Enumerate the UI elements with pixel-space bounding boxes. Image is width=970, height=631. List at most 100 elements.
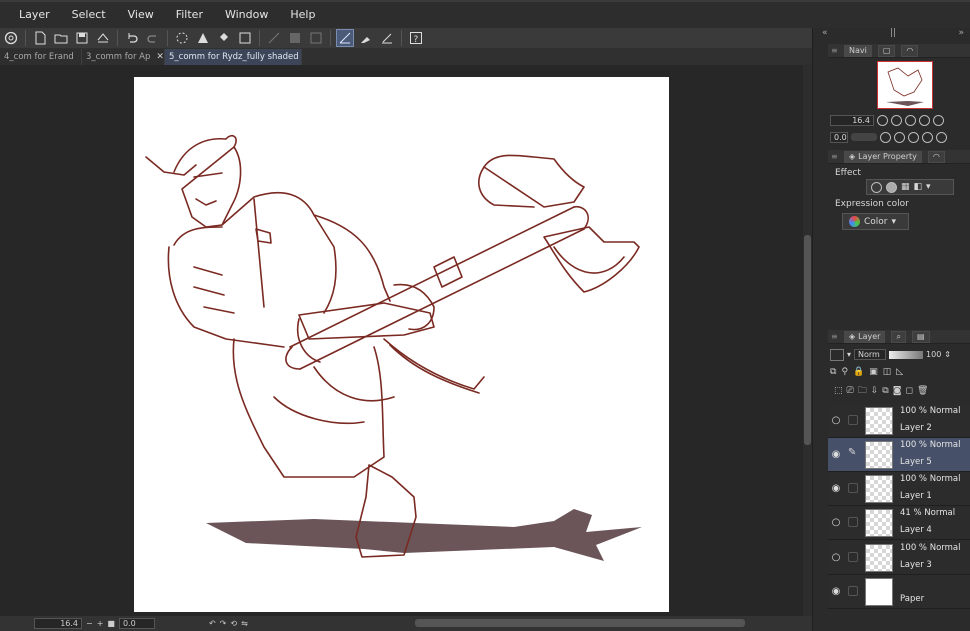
pen-ruler-icon[interactable] <box>378 29 396 47</box>
close-icon[interactable]: ✕ <box>156 52 164 62</box>
tab-document-2[interactable]: 3_comm for Ap ✕ <box>82 49 165 65</box>
layer-select-checkbox[interactable] <box>848 586 858 596</box>
help-icon[interactable]: ? <box>407 29 425 47</box>
menu-layer[interactable]: Layer <box>8 2 61 28</box>
zoom-in-icon[interactable]: + <box>97 619 104 628</box>
tab-layer-search[interactable]: ⌕ <box>891 330 906 343</box>
open-folder-icon[interactable] <box>52 29 70 47</box>
vertical-scrollbar[interactable] <box>803 65 812 616</box>
app-logo-icon[interactable] <box>2 29 20 47</box>
tone-icon[interactable]: ▦ <box>901 182 910 192</box>
loading-icon[interactable] <box>173 29 191 47</box>
ruler-icon[interactable]: ◺ <box>896 367 903 377</box>
rotate-reset-icon[interactable] <box>908 131 919 143</box>
clip-icon[interactable]: ⧉ <box>830 367 836 377</box>
new-vector-layer-icon[interactable]: ⎚ <box>847 386 854 396</box>
brush-icon[interactable] <box>357 29 375 47</box>
save-icon[interactable] <box>73 29 91 47</box>
eye-hidden-icon[interactable]: ○ <box>830 552 842 564</box>
menu-window[interactable]: Window <box>214 2 279 28</box>
zoom-in-icon[interactable] <box>891 114 902 126</box>
layer-select-checkbox[interactable] <box>848 415 858 425</box>
tab-subview[interactable]: ▢ <box>877 44 896 57</box>
eye-icon[interactable]: ◉ <box>830 586 842 598</box>
mask-add-icon[interactable]: ◙ <box>893 386 902 396</box>
tab-item-bank[interactable]: ◠ <box>901 44 919 57</box>
chevron-down-icon[interactable]: ▾ <box>847 350 851 359</box>
tab-layer[interactable]: ◈ Layer <box>844 330 886 343</box>
tab-layer-property[interactable]: ◈ Layer Property <box>844 150 922 163</box>
panel-menu-icon[interactable]: ≡ <box>831 46 838 55</box>
rotate-reset-icon[interactable]: ⟲ <box>230 619 237 628</box>
undo-icon[interactable] <box>123 29 141 47</box>
eye-hidden-icon[interactable]: ○ <box>830 517 842 529</box>
snap-icon[interactable] <box>286 29 304 47</box>
reference-icon[interactable]: ⚲ <box>841 367 848 377</box>
navigator-preview[interactable] <box>877 61 933 109</box>
fit-window-icon[interactable] <box>919 114 930 126</box>
horizontal-scrollbar[interactable] <box>415 619 745 627</box>
rotate-right-icon[interactable]: ↷ <box>220 619 227 628</box>
layer-select-checkbox[interactable] <box>848 552 858 562</box>
extract-line-icon[interactable] <box>886 181 897 193</box>
panel-menu-icon[interactable]: ≡ <box>831 152 838 161</box>
panel-menu-icon[interactable]: || <box>890 28 896 42</box>
opacity-slider[interactable] <box>889 350 924 359</box>
clear-icon[interactable] <box>194 29 212 47</box>
pen-edit-icon[interactable]: ✎ <box>848 447 858 458</box>
tab-document-3[interactable]: 5_comm for Rydz_fully shaded✕ <box>165 49 302 65</box>
new-folder-icon[interactable]: 🗀 <box>858 383 867 399</box>
rotate-right-icon[interactable] <box>894 131 905 143</box>
eye-icon[interactable]: ◉ <box>830 449 842 461</box>
scrollbar-thumb[interactable] <box>804 235 811 445</box>
ruler-snap-icon[interactable] <box>336 29 354 47</box>
menu-select[interactable]: Select <box>61 2 117 28</box>
collapse-left-icon[interactable]: « <box>822 28 828 42</box>
stepper-icon[interactable]: ⇕ <box>944 350 951 359</box>
eye-hidden-icon[interactable]: ○ <box>830 415 842 427</box>
layer-row[interactable]: ○ 41 % Normal Layer 4 <box>828 506 970 540</box>
flip-vertical-icon[interactable] <box>936 131 947 143</box>
hide-selection-icon[interactable] <box>265 29 283 47</box>
rotation-field[interactable]: 0.0 <box>118 618 155 629</box>
zoom-reset-icon[interactable] <box>905 114 916 126</box>
expression-color-select[interactable]: Color ▾ <box>842 213 909 230</box>
flip-horizontal-icon[interactable]: ⇋ <box>241 619 248 628</box>
eye-icon[interactable]: ◉ <box>830 483 842 495</box>
chevron-down-icon[interactable]: ▾ <box>926 182 931 192</box>
tab-navigator[interactable]: Navi <box>844 44 872 57</box>
layer-row[interactable]: ◉ 100 % Normal Layer 1 <box>828 472 970 506</box>
menu-view[interactable]: View <box>117 2 165 28</box>
rotate-left-icon[interactable]: ↶ <box>209 619 216 628</box>
zoom-out-icon[interactable]: − <box>86 619 93 628</box>
drawing-canvas[interactable] <box>134 77 669 612</box>
layer-row[interactable]: ○ 100 % Normal Layer 2 <box>828 404 970 438</box>
navigator-zoom-field[interactable]: 16.4 <box>830 114 874 126</box>
new-file-icon[interactable] <box>31 29 49 47</box>
redo-icon[interactable] <box>144 29 162 47</box>
zoom-field[interactable]: 16.4 <box>34 618 82 629</box>
menu-filter[interactable]: Filter <box>165 2 214 28</box>
layer-select-checkbox[interactable] <box>848 517 858 527</box>
snap-grid-icon[interactable] <box>307 29 325 47</box>
lock-transparent-icon[interactable]: ▣ <box>869 367 878 377</box>
apply-mask-icon[interactable]: ◻ <box>905 386 912 396</box>
panel-menu-icon[interactable]: ≡ <box>831 332 838 341</box>
tab-other[interactable]: ◠ <box>927 150 945 163</box>
layer-row[interactable]: ○ 100 % Normal Layer 3 <box>828 541 970 575</box>
layer-row[interactable]: ◉ ✎ 100 % Normal Layer 5 <box>828 438 970 472</box>
rotation-slider[interactable] <box>851 133 877 141</box>
zoom-out-icon[interactable] <box>877 114 888 126</box>
trash-icon[interactable]: 🗑 <box>917 386 928 396</box>
fill-icon[interactable] <box>215 29 233 47</box>
transform-icon[interactable] <box>236 29 254 47</box>
lock-icon[interactable]: 🔒 <box>853 367 864 377</box>
mask-icon[interactable]: ◫ <box>883 367 892 377</box>
blend-mode-select[interactable]: Norm <box>854 349 887 360</box>
layer-row[interactable]: ◉ Paper <box>828 575 970 609</box>
layer-select-checkbox[interactable] <box>848 483 858 493</box>
collapse-right-icon[interactable]: » <box>958 28 964 42</box>
layer-color-icon[interactable]: ◧ <box>914 182 923 192</box>
navigator-rotation-field[interactable]: 0.0 <box>830 131 848 143</box>
rotate-left-icon[interactable] <box>880 131 891 143</box>
